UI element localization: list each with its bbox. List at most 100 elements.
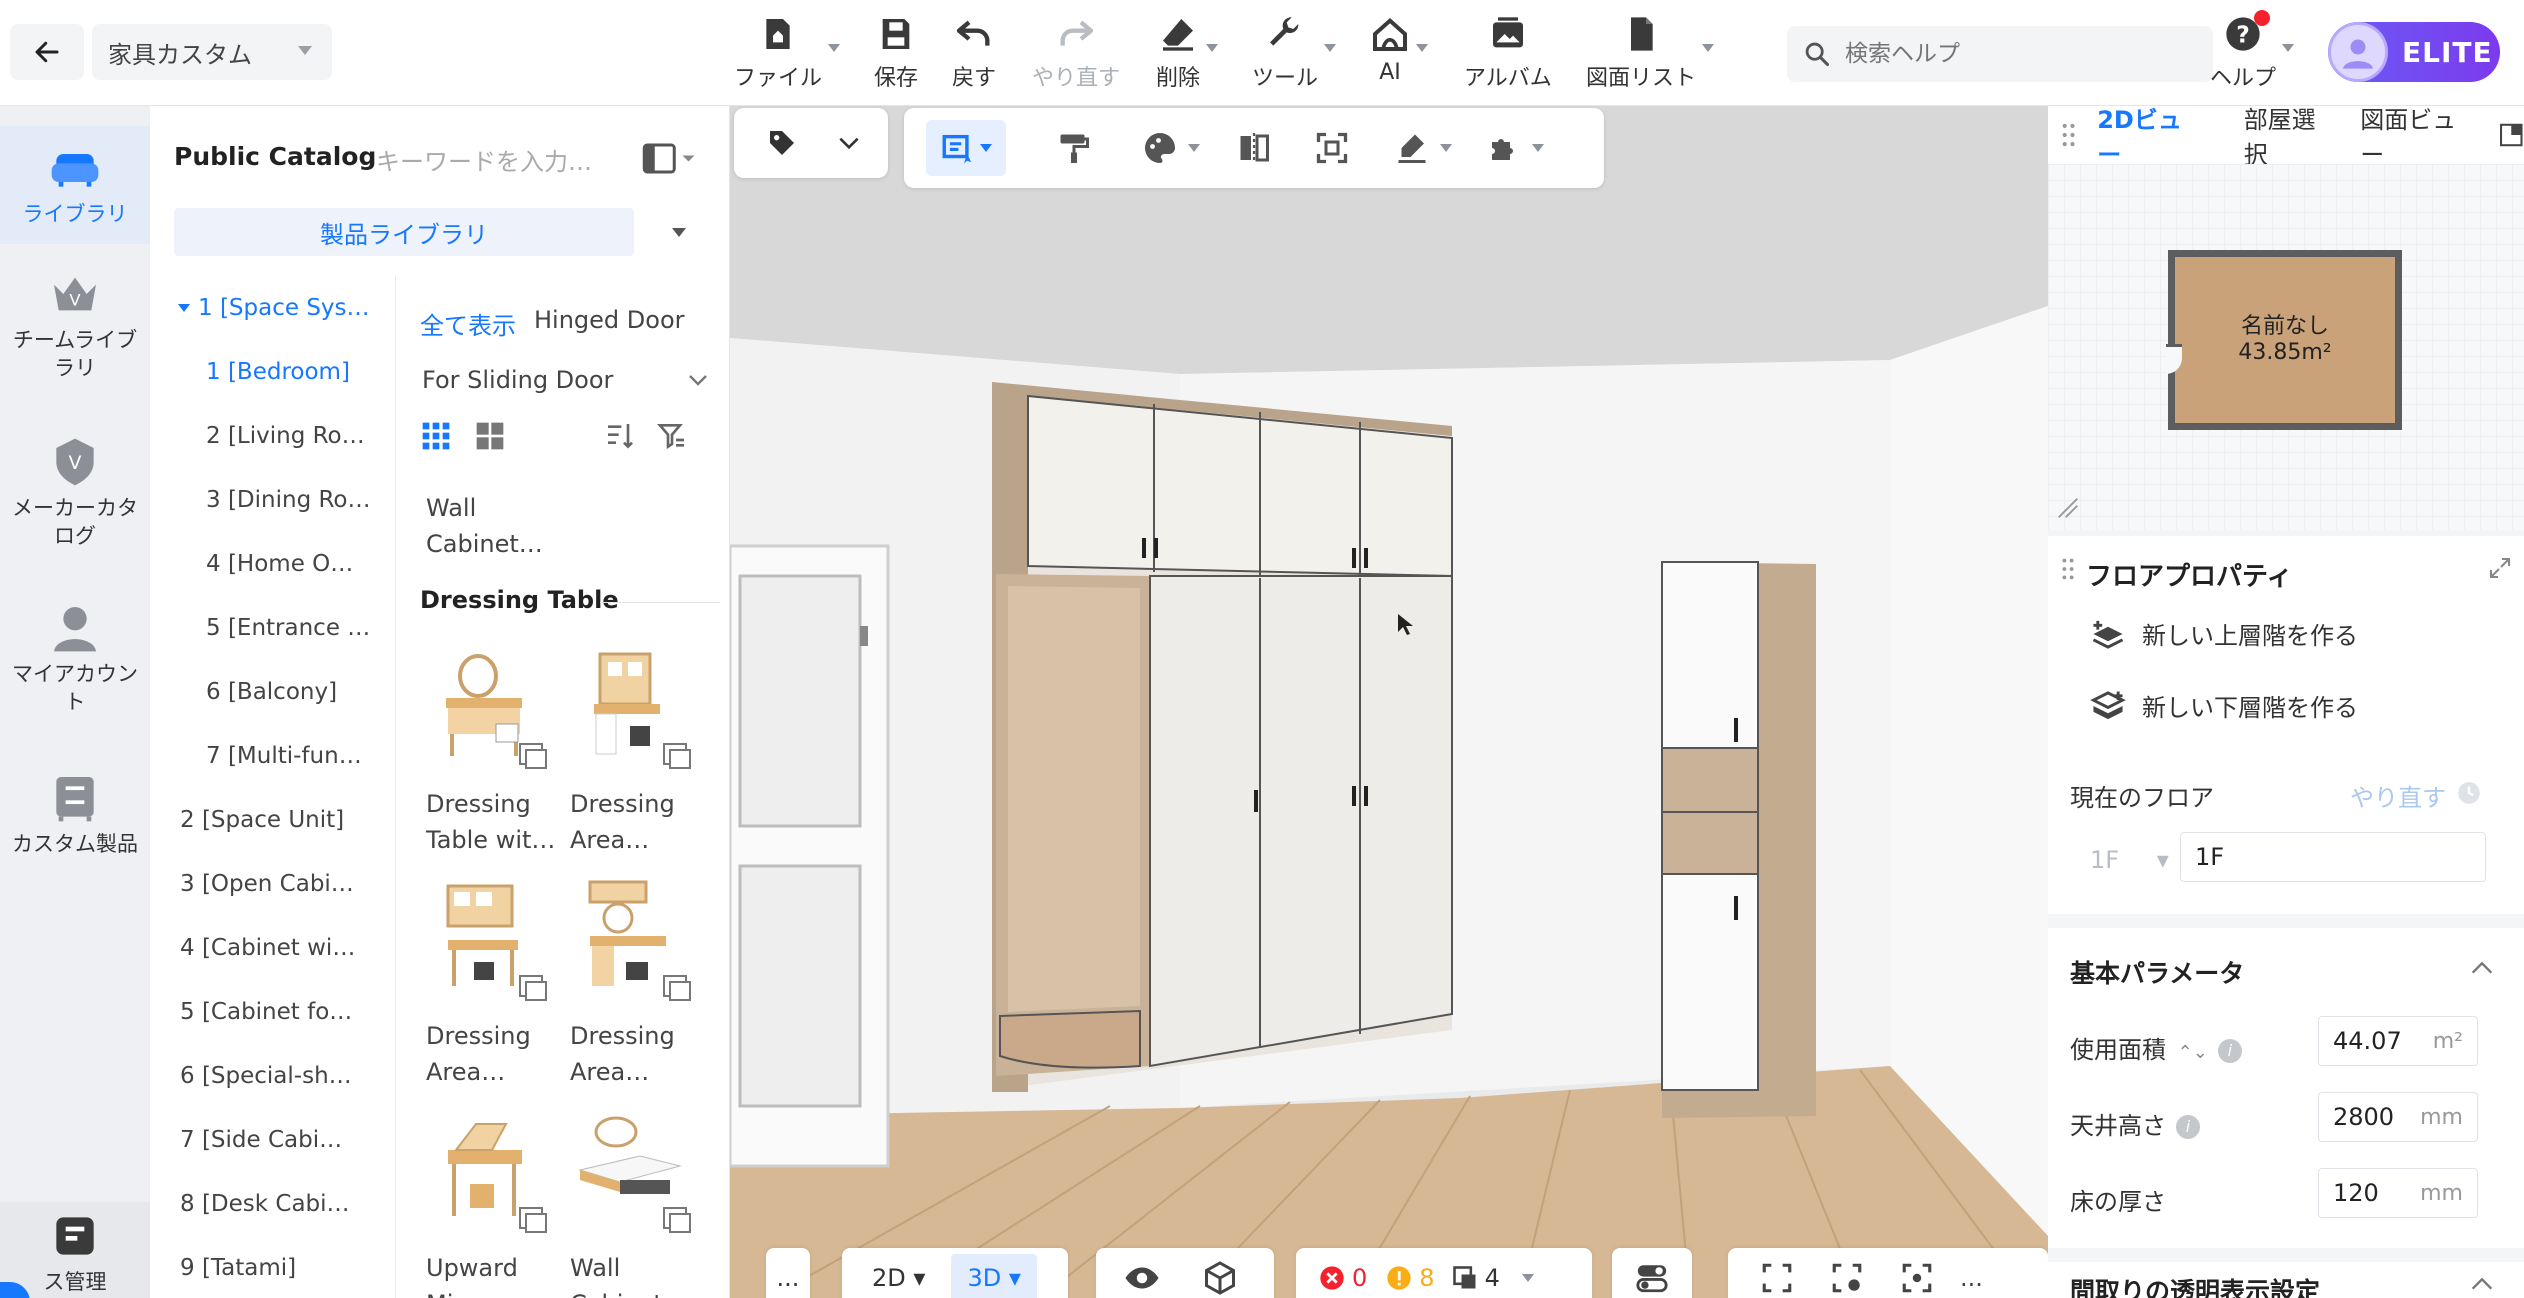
tree-item[interactable]: 3 [Dining Ro… (150, 468, 395, 532)
area-input[interactable]: 44.07 m² (2318, 1016, 2478, 1066)
tree-item[interactable]: 8 [Desk Cabi… (150, 1172, 395, 1236)
chevron-down-icon[interactable] (836, 130, 862, 156)
project-select[interactable]: 家具カスタム (92, 24, 332, 80)
paint-roller-icon[interactable] (1056, 130, 1092, 166)
history-icon[interactable] (2456, 780, 2482, 806)
material-palette-icon[interactable] (1142, 130, 1178, 166)
filter-show-all[interactable]: 全て表示 (420, 306, 516, 341)
tree-item[interactable]: 7 [Side Cabi… (150, 1108, 395, 1172)
tree-item[interactable]: 2 [Living Ro… (150, 404, 395, 468)
rail-my-account[interactable]: マイアカウント (0, 600, 150, 716)
filter-hinged-door[interactable]: Hinged Door (534, 306, 685, 334)
tree-item[interactable]: 1 [Bedroom] (150, 340, 395, 404)
camera-settings-icon[interactable] (1830, 1261, 1864, 1295)
account-badge[interactable]: ELITE (2328, 22, 2500, 82)
room-shape[interactable]: 名前なし 43.85m² (2168, 250, 2402, 430)
more-button[interactable]: ... (1960, 1264, 1983, 1292)
ceiling-height-input[interactable]: 2800 mm (2318, 1092, 2478, 1142)
resize-handle-icon[interactable] (2054, 494, 2082, 522)
tab-room-select[interactable]: 部屋選択 (2244, 100, 2335, 170)
floor-select[interactable]: 1F ▾ (2090, 846, 2169, 874)
more-button[interactable]: ... (766, 1248, 810, 1298)
grid-large-icon[interactable] (474, 420, 506, 452)
floor-name-input[interactable]: 1F (2180, 832, 2486, 882)
filter-sliding-door[interactable]: For Sliding Door (422, 366, 613, 394)
settings-toggle[interactable] (1612, 1248, 1692, 1298)
window-toggle-icon[interactable] (2499, 122, 2524, 148)
new-lower-floor-button[interactable]: 新しい下層階を作る (2090, 688, 2358, 723)
tree-item[interactable]: 5 [Entrance … (150, 596, 395, 660)
eye-icon[interactable] (1124, 1260, 1160, 1296)
tree-item[interactable]: 4 [Cabinet wi… (150, 916, 395, 980)
help-search[interactable] (1787, 26, 2213, 82)
tree-item[interactable]: 2 [Space Unit] (150, 788, 395, 852)
keyword-search[interactable]: キーワードを入力… (376, 142, 592, 177)
select-mode-button[interactable] (926, 120, 1006, 176)
tab-2d-view[interactable]: 2Dビュー (2097, 100, 2199, 170)
floorplan-minimap[interactable]: 名前なし 43.85m² (2048, 164, 2524, 530)
tree-item[interactable]: 6 [Balcony] (150, 660, 395, 724)
chevron-up-icon[interactable] (2468, 1270, 2496, 1298)
product-card[interactable]: UpwardMirror… (426, 1110, 566, 1298)
ai-menu[interactable]: AI (1370, 14, 1428, 94)
chevron-up-icon[interactable] (2468, 954, 2496, 982)
tree-item[interactable]: 4 [Home O… (150, 532, 395, 596)
plugin-icon[interactable] (1486, 130, 1522, 166)
album-button[interactable]: アルバム (1464, 14, 1552, 94)
filter-icon[interactable] (656, 420, 688, 452)
drag-handle-icon[interactable] (2062, 556, 2074, 582)
frame-select-icon[interactable] (1314, 130, 1350, 166)
help-button[interactable]: ? ヘルプ (2210, 14, 2295, 94)
product-card[interactable]: Dressing Area… (570, 646, 710, 858)
dropdown-caret-icon[interactable] (1532, 144, 1544, 152)
help-search-input[interactable] (1845, 41, 2205, 67)
tree-item[interactable]: 3 [Open Cabi… (150, 852, 395, 916)
rail-maker-catalog[interactable]: V メーカーカタログ (0, 434, 150, 550)
product-card[interactable]: WallCabinet… (426, 484, 566, 562)
grid-small-icon[interactable] (420, 420, 452, 452)
level-tool-icon[interactable] (1394, 130, 1430, 166)
panel-layout-toggle[interactable] (642, 140, 696, 184)
dropdown-caret-icon[interactable] (1188, 144, 1200, 152)
tools-menu[interactable]: ツール (1252, 14, 1337, 94)
delete-menu[interactable]: 削除 (1156, 14, 1219, 94)
undo-button[interactable]: 戻す (952, 14, 996, 94)
product-card[interactable]: WallCabinet… (570, 1110, 710, 1298)
save-button[interactable]: 保存 (874, 14, 918, 94)
expand-icon[interactable] (2488, 556, 2512, 580)
sort-icon[interactable] (604, 420, 636, 452)
rail-management[interactable]: ス管理 (0, 1202, 150, 1298)
tree-item[interactable]: 7 [Multi-fun… (150, 724, 395, 788)
mirror-icon[interactable] (1236, 130, 1272, 166)
tree-item[interactable]: 6 [Special-sh… (150, 1044, 395, 1108)
library-select[interactable]: 製品ライブラリ (174, 208, 634, 256)
redo-button[interactable]: やり直す (1032, 14, 1120, 94)
tree-item[interactable]: 9 [Tatami] (150, 1236, 395, 1298)
3d-viewport[interactable]: ... 2D ▾ 3D ▾ 0 8 4 ... (730, 106, 2048, 1298)
dropdown-caret-icon[interactable] (1440, 144, 1452, 152)
rail-library[interactable]: ライブラリ (0, 126, 150, 244)
view-2d-button[interactable]: 2D ▾ (872, 1264, 925, 1292)
drawing-list-menu[interactable]: 図面リスト (1586, 14, 1715, 94)
drag-handle-icon[interactable] (2062, 122, 2075, 148)
chevron-down-icon[interactable] (686, 370, 710, 390)
product-card[interactable]: Dressing Area… (426, 878, 566, 1090)
rail-custom-products[interactable]: カスタム製品 (0, 770, 150, 858)
product-card[interactable]: Dressing Area… (570, 878, 710, 1090)
file-menu[interactable]: ファイル (734, 14, 841, 94)
cube-icon[interactable] (1202, 1260, 1238, 1296)
view-3d-button[interactable]: 3D ▾ (951, 1254, 1037, 1298)
rail-team-library[interactable]: V チームライブラリ (0, 266, 150, 382)
tag-icon[interactable] (766, 127, 798, 159)
issue-indicator[interactable]: 0 8 4 (1296, 1248, 1592, 1298)
redo-link[interactable]: やり直す (2350, 778, 2446, 813)
product-card[interactable]: Dressing Table wit… (426, 646, 566, 858)
tree-item[interactable]: 1 [Space Sys… (150, 276, 395, 340)
floor-thickness-input[interactable]: 120 mm (2318, 1168, 2478, 1218)
tree-item[interactable]: 5 [Cabinet fo… (150, 980, 395, 1044)
focus-icon[interactable] (1900, 1261, 1934, 1295)
new-upper-floor-button[interactable]: 新しい上層階を作る (2090, 616, 2358, 651)
library-dropdown-icon[interactable] (672, 228, 686, 237)
tab-drawing-view[interactable]: 図面ビュー (2360, 100, 2473, 170)
fit-view-icon[interactable] (1760, 1261, 1794, 1295)
